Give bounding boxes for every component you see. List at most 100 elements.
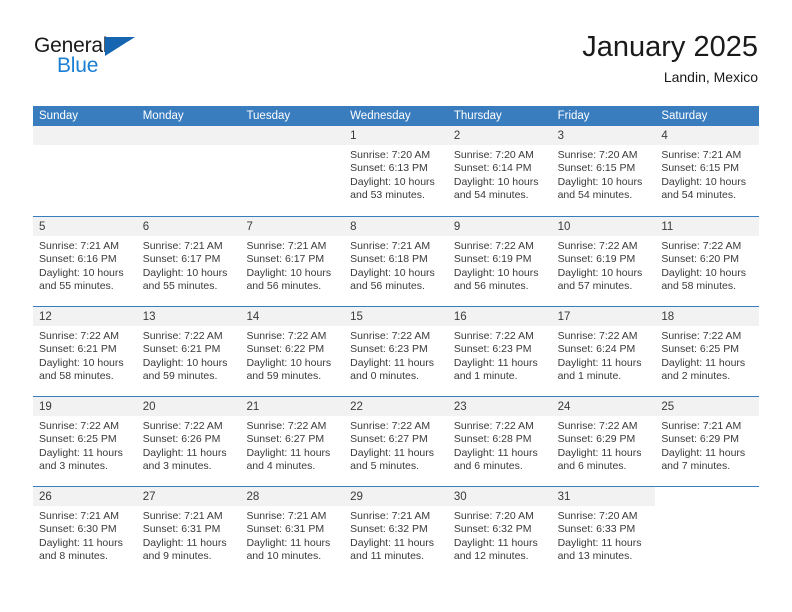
day-cell[interactable]: 4 Sunrise: 7:21 AM Sunset: 6:15 PM Daylight…	[655, 126, 760, 216]
sunset-text: Sunset: 6:29 PM	[557, 433, 636, 446]
day-number-strip: 12	[33, 307, 137, 326]
day-number-strip: 26	[33, 487, 137, 506]
daylight-text-line2: and 59 minutes.	[246, 370, 322, 383]
weekday-header-friday: Friday	[557, 110, 590, 122]
sunset-text: Sunset: 6:25 PM	[39, 433, 117, 446]
day-cell[interactable]: 23 Sunrise: 7:22 AM Sunset: 6:28 PM Dayligh…	[447, 397, 552, 486]
day-cell[interactable]: 5 Sunrise: 7:21 AM Sunset: 6:16 PM Daylight…	[33, 217, 137, 306]
day-info: Sunrise: 7:21 AM Sunset: 6:16 PM Daylight:…	[33, 236, 137, 294]
day-number: 22	[350, 401, 363, 413]
day-number-strip: 2	[447, 126, 552, 145]
day-number: 30	[453, 491, 467, 503]
daylight-text-line2: and 54 minutes.	[557, 189, 633, 202]
logo-text-blue: Blue	[57, 54, 99, 77]
day-cell[interactable]: 10 Sunrise: 7:22 AM Sunset: 6:19 PM Dayligh…	[551, 217, 656, 306]
daylight-text-line1: Daylight: 11 hours	[453, 536, 538, 549]
day-cell[interactable]: 26 Sunrise: 7:21 AM Sunset: 6:30 PM Dayligh…	[33, 487, 137, 576]
day-cell[interactable]: 19 Sunrise: 7:22 AM Sunset: 6:25 PM Dayligh…	[33, 397, 137, 486]
daylight-text-line2: and 54 minutes.	[453, 189, 529, 202]
day-cell[interactable]: 9 Sunrise: 7:22 AM Sunset: 6:19 PM Daylight…	[447, 217, 552, 306]
day-number-strip: 20	[136, 397, 241, 416]
daylight-text-line1: Daylight: 11 hours	[350, 356, 435, 369]
day-cell[interactable]: 21 Sunrise: 7:22 AM Sunset: 6:27 PM Dayligh…	[240, 397, 345, 486]
calendar-week-row: 12 Sunrise: 7:22 AM Sunset: 6:21 PM Dayligh…	[33, 306, 760, 396]
sunrise-text: Sunrise: 7:22 AM	[453, 240, 534, 252]
sunset-text: Sunset: 6:21 PM	[39, 343, 117, 356]
day-cell[interactable]: 18 Sunrise: 7:22 AM Sunset: 6:25 PM Dayligh…	[655, 307, 760, 396]
page-title: January 2025	[582, 31, 758, 63]
day-cell[interactable]: 2 Sunrise: 7:20 AM Sunset: 6:14 PM Daylight…	[447, 126, 552, 216]
daylight-text-line1: Daylight: 11 hours	[39, 536, 123, 549]
day-cell[interactable]: 17 Sunrise: 7:22 AM Sunset: 6:24 PM Dayligh…	[551, 307, 656, 396]
day-number-strip: 10	[551, 217, 656, 236]
day-info: Sunrise: 7:22 AM Sunset: 6:20 PM Daylight:…	[655, 236, 759, 294]
day-number: 26	[39, 491, 52, 503]
day-number: 16	[453, 311, 467, 323]
title-block: January 2025 Landin, Mexico	[582, 30, 758, 87]
day-cell[interactable]: 8 Sunrise: 7:21 AM Sunset: 6:18 PM Daylight…	[344, 217, 448, 306]
daylight-text-line1: Daylight: 11 hours	[142, 536, 227, 549]
sunset-text: Sunset: 6:30 PM	[39, 523, 117, 536]
sunset-text: Sunset: 6:28 PM	[453, 433, 532, 446]
day-number-strip: 21	[240, 397, 345, 416]
day-number: 25	[661, 401, 675, 413]
day-cell[interactable]: 28 Sunrise: 7:21 AM Sunset: 6:31 PM Dayligh…	[240, 487, 345, 576]
sunrise-text: Sunrise: 7:21 AM	[142, 510, 223, 522]
day-info: Sunrise: 7:22 AM Sunset: 6:27 PM Daylight:…	[240, 416, 344, 474]
day-number-strip: 8	[344, 217, 448, 236]
day-cell[interactable]: 14 Sunrise: 7:22 AM Sunset: 6:22 PM Dayligh…	[240, 307, 345, 396]
daylight-text-line1: Daylight: 11 hours	[453, 446, 538, 459]
day-cell-empty	[136, 126, 241, 216]
day-cell[interactable]: 30 Sunrise: 7:20 AM Sunset: 6:32 PM Dayligh…	[447, 487, 552, 576]
daylight-text-line2: and 10 minutes.	[246, 550, 322, 563]
sunrise-text: Sunrise: 7:22 AM	[557, 240, 638, 252]
day-number: 10	[557, 221, 571, 233]
daylight-text-line2: and 4 minutes.	[246, 460, 316, 473]
day-cell[interactable]: 22 Sunrise: 7:22 AM Sunset: 6:27 PM Dayligh…	[344, 397, 448, 486]
daylight-text-line1: Daylight: 10 hours	[39, 266, 124, 279]
day-cell[interactable]: 25 Sunrise: 7:21 AM Sunset: 6:29 PM Dayligh…	[655, 397, 760, 486]
day-number-strip: 15	[344, 307, 448, 326]
day-number-strip: 4	[655, 126, 760, 145]
day-number-strip	[33, 126, 137, 145]
daylight-text-line1: Daylight: 11 hours	[453, 356, 538, 369]
day-number: 1	[350, 130, 357, 142]
day-cell[interactable]: 27 Sunrise: 7:21 AM Sunset: 6:31 PM Dayligh…	[136, 487, 241, 576]
day-cell-empty	[240, 126, 345, 216]
day-info: Sunrise: 7:21 AM Sunset: 6:31 PM Daylight:…	[137, 506, 241, 564]
sunrise-text: Sunrise: 7:22 AM	[39, 420, 119, 432]
day-cell[interactable]: 1 Sunrise: 7:20 AM Sunset: 6:13 PM Daylight…	[344, 126, 448, 216]
sunrise-text: Sunrise: 7:22 AM	[453, 420, 534, 432]
day-info: Sunrise: 7:22 AM Sunset: 6:19 PM Daylight:…	[552, 236, 656, 294]
sunrise-text: Sunrise: 7:22 AM	[39, 330, 119, 342]
day-number: 13	[142, 311, 156, 323]
day-cell[interactable]: 6 Sunrise: 7:21 AM Sunset: 6:17 PM Daylight…	[136, 217, 241, 306]
day-cell[interactable]: 13 Sunrise: 7:22 AM Sunset: 6:21 PM Dayligh…	[136, 307, 241, 396]
day-cell[interactable]: 11 Sunrise: 7:22 AM Sunset: 6:20 PM Dayligh…	[655, 217, 760, 306]
sunrise-text: Sunrise: 7:20 AM	[557, 510, 638, 522]
day-cell[interactable]: 29 Sunrise: 7:21 AM Sunset: 6:32 PM Dayligh…	[344, 487, 448, 576]
day-cell[interactable]: 31 Sunrise: 7:20 AM Sunset: 6:33 PM Dayligh…	[551, 487, 656, 576]
day-number: 23	[453, 401, 467, 413]
day-cell[interactable]: 20 Sunrise: 7:22 AM Sunset: 6:26 PM Dayligh…	[136, 397, 241, 486]
sunset-text: Sunset: 6:25 PM	[661, 343, 739, 356]
day-cell-empty	[655, 487, 759, 576]
day-cell[interactable]: 16 Sunrise: 7:22 AM Sunset: 6:23 PM Dayligh…	[447, 307, 552, 396]
day-info: Sunrise: 7:21 AM Sunset: 6:31 PM Daylight:…	[240, 506, 344, 564]
day-cell[interactable]: 15 Sunrise: 7:22 AM Sunset: 6:23 PM Dayligh…	[344, 307, 448, 396]
day-cell[interactable]: 3 Sunrise: 7:20 AM Sunset: 6:15 PM Daylight…	[551, 126, 656, 216]
day-number: 5	[39, 221, 46, 233]
day-cell[interactable]: 24 Sunrise: 7:22 AM Sunset: 6:29 PM Dayligh…	[551, 397, 656, 486]
day-number-strip: 17	[551, 307, 656, 326]
daylight-text-line2: and 56 minutes.	[246, 280, 322, 293]
sunrise-text: Sunrise: 7:21 AM	[350, 240, 431, 252]
sunset-text: Sunset: 6:24 PM	[557, 343, 636, 356]
sunset-text: Sunset: 6:26 PM	[142, 433, 221, 446]
weekday-header-monday: Monday	[142, 110, 184, 122]
day-cell[interactable]: 12 Sunrise: 7:22 AM Sunset: 6:21 PM Dayligh…	[33, 307, 137, 396]
daylight-text-line1: Daylight: 10 hours	[661, 175, 746, 188]
day-cell[interactable]: 7 Sunrise: 7:21 AM Sunset: 6:17 PM Daylight…	[240, 217, 345, 306]
daylight-text-line2: and 8 minutes.	[39, 550, 108, 563]
day-info: Sunrise: 7:22 AM Sunset: 6:27 PM Daylight:…	[344, 416, 448, 474]
day-number-strip: 25	[655, 397, 760, 416]
